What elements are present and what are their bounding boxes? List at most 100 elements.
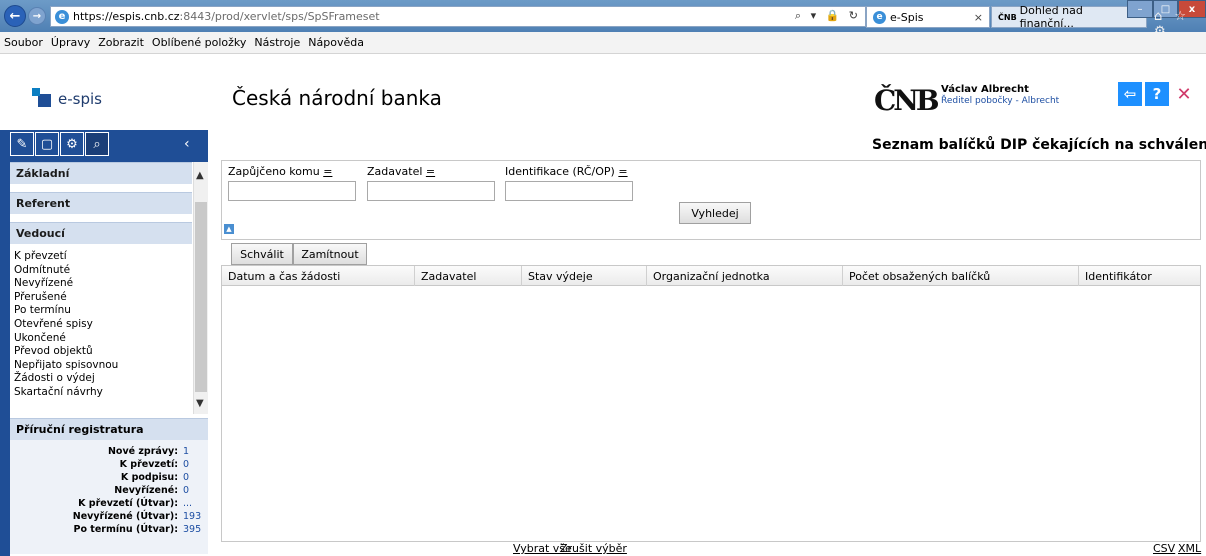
xml-export-link[interactable]: XML [1178,542,1201,555]
filter-operator[interactable]: = [426,165,435,178]
e-spis-logo-icon [32,88,51,107]
scroll-thumb[interactable] [195,202,207,392]
stat-value[interactable]: 0 [183,485,189,496]
forward-button[interactable]: → [28,7,46,25]
sidebar-item-neprijato[interactable]: Nepřijato spisovnou [14,359,192,373]
stat-label: Nevyřízené: [114,485,178,496]
section-registratura[interactable]: Příruční registratura [10,418,208,440]
stat-nevyrizene: Nevyřízené: 0 [10,485,208,498]
filter-label-text: Identifikace (RČ/OP) [505,165,615,178]
column-org-jednotka[interactable]: Organizační jednotka [647,266,843,286]
sidebar-item-ukoncene[interactable]: Ukončené [14,332,192,346]
menu-napoveda[interactable]: Nápověda [308,36,364,49]
zadavatel-input[interactable] [367,181,495,201]
stat-k-podpisu: K podpisu: 0 [10,472,208,485]
column-identifikator[interactable]: Identifikátor [1079,266,1200,286]
stat-k-prevzeti: K převzetí: 0 [10,459,208,472]
menu-soubor[interactable]: Soubor [4,36,43,49]
sidebar-item-prerusene[interactable]: Přerušené [14,291,192,305]
tab-label: e-Spis [890,10,924,24]
folder-icon[interactable]: ▢ [35,132,59,156]
user-role[interactable]: Ředitel pobočky - Albrecht [941,96,1059,106]
stat-label: K převzetí (Útvar): [78,498,178,509]
stat-label: K podpisu: [120,472,178,483]
scroll-up-icon[interactable]: ▲ [196,170,204,181]
sidebar-item-otevrene-spisy[interactable]: Otevřené spisy [14,318,192,332]
stat-nevyrizene-utvar: Nevyřízené (Útvar): 193 [10,511,208,524]
vedouci-menu: K převzetí Odmítnuté Nevyřízené Přerušen… [14,250,192,400]
registratura-stats: Nové zprávy: 1 K převzetí: 0 K podpisu: … [10,440,208,554]
stat-nove-zpravy: Nové zprávy: 1 [10,446,208,459]
close-icon[interactable]: ✕ [1172,82,1196,106]
filter-label-text: Zadavatel [367,165,423,178]
stat-k-prevzeti-utvar: K převzetí (Útvar): ... [10,498,208,511]
logout-icon[interactable]: ⇦ [1118,82,1142,106]
zapujceno-input[interactable] [228,181,356,201]
browser-titlebar: ← → e https://espis.cnb.cz :8443/prod/xe… [0,0,1206,39]
edit-icon[interactable]: ✎ [10,132,34,156]
column-stav[interactable]: Stav výdeje [522,266,647,286]
stat-label: K převzetí: [119,459,178,470]
menu-nastroje[interactable]: Nástroje [254,36,300,49]
sidebar-item-nevyrizene[interactable]: Nevyřízené [14,277,192,291]
address-bar[interactable]: e https://espis.cnb.cz :8443/prod/xervle… [50,6,866,27]
sidebar-item-prevod-objektu[interactable]: Převod objektů [14,345,192,359]
menu-bar: Soubor Úpravy Zobrazit Oblíbené položky … [0,32,1206,54]
app-name: e-spis [58,90,102,108]
menu-upravy[interactable]: Úpravy [51,36,90,49]
reject-button[interactable]: Zamítnout [293,243,367,265]
filter-operator[interactable]: = [323,165,332,178]
address-bar-icons[interactable]: ⌕ ▾ 🔒 ↻ [795,9,861,23]
section-vedouci[interactable]: Vedoucí [10,222,192,244]
section-zakladni[interactable]: Základní [10,162,192,184]
filter-label-zadavatel: Zadavatel = [367,165,435,178]
filter-label-zapujceno: Zapůjčeno komu = [228,165,332,178]
minimize-button[interactable]: – [1127,0,1153,18]
section-referent[interactable]: Referent [10,192,192,214]
sidebar-item-odmitnute[interactable]: Odmítnuté [14,264,192,278]
app-header: e-spis Česká národní banka ČNB Václav Al… [0,54,1206,130]
cnb-tab-icon: ČNB [998,12,1017,22]
menu-zobrazit[interactable]: Zobrazit [98,36,144,49]
tab-label: Dohled nad finanční... [1019,4,1083,30]
search-icon[interactable]: ⌕ [85,132,109,156]
sidebar-item-skartacni-navrhy[interactable]: Skartační návrhy [14,386,192,400]
sidebar-item-po-terminu[interactable]: Po termínu [14,304,192,318]
sidebar-panel: Základní Referent Vedoucí K převzetí Odm… [10,162,208,556]
filter-label-text: Zapůjčeno komu [228,165,320,178]
stat-label: Po termínu (Útvar): [73,524,178,535]
identifikace-input[interactable] [505,181,633,201]
sidebar-item-zadosti-o-vydej[interactable]: Žádosti o výdej [14,372,192,386]
app-logo: e-spis [0,54,208,130]
column-zadavatel[interactable]: Zadavatel [415,266,522,286]
column-pocet[interactable]: Počet obsažených balíčků [843,266,1079,286]
stat-value[interactable]: 0 [183,459,189,470]
clear-selection-link[interactable]: Zrušit výběr [560,542,627,555]
sidebar-toolbar: ✎ ▢ ⚙ ⌕ [10,132,110,158]
page-title: Seznam balíčků DIP čekajících na schvále… [872,137,1206,153]
help-icon[interactable]: ? [1145,82,1169,106]
stat-value[interactable]: 395 [183,524,201,535]
column-datum[interactable]: Datum a čas žádosti [222,266,415,286]
collapse-sidebar-icon[interactable]: ‹ [184,136,190,152]
stat-value[interactable]: 0 [183,472,189,483]
filter-operator[interactable]: = [618,165,627,178]
sidebar-item-k-prevzeti[interactable]: K převzetí [14,250,192,264]
stat-value[interactable]: ... [183,498,192,509]
back-button[interactable]: ← [4,5,26,27]
approve-button[interactable]: Schválit [231,243,293,265]
menu-oblibene[interactable]: Oblíbené položky [152,36,247,49]
tab-close-icon[interactable]: × [974,11,983,24]
sidebar-scrollbar[interactable]: ▲ ▼ [193,162,208,414]
tab-dohled[interactable]: ČNB Dohled nad finanční... [991,4,1147,30]
collapse-filter-icon[interactable]: ▲ [224,224,234,234]
stat-value[interactable]: 1 [183,446,189,457]
search-button[interactable]: Vyhledej [679,202,751,224]
stat-value[interactable]: 193 [183,511,201,522]
scroll-down-icon[interactable]: ▼ [196,398,204,409]
url-host: https://espis.cnb.cz [73,10,180,23]
tab-e-spis[interactable]: e e-Spis × [866,6,990,28]
settings-icon[interactable]: ⚙ [60,132,84,156]
cnb-logo: ČNB [874,84,940,117]
csv-export-link[interactable]: CSV [1153,542,1175,555]
